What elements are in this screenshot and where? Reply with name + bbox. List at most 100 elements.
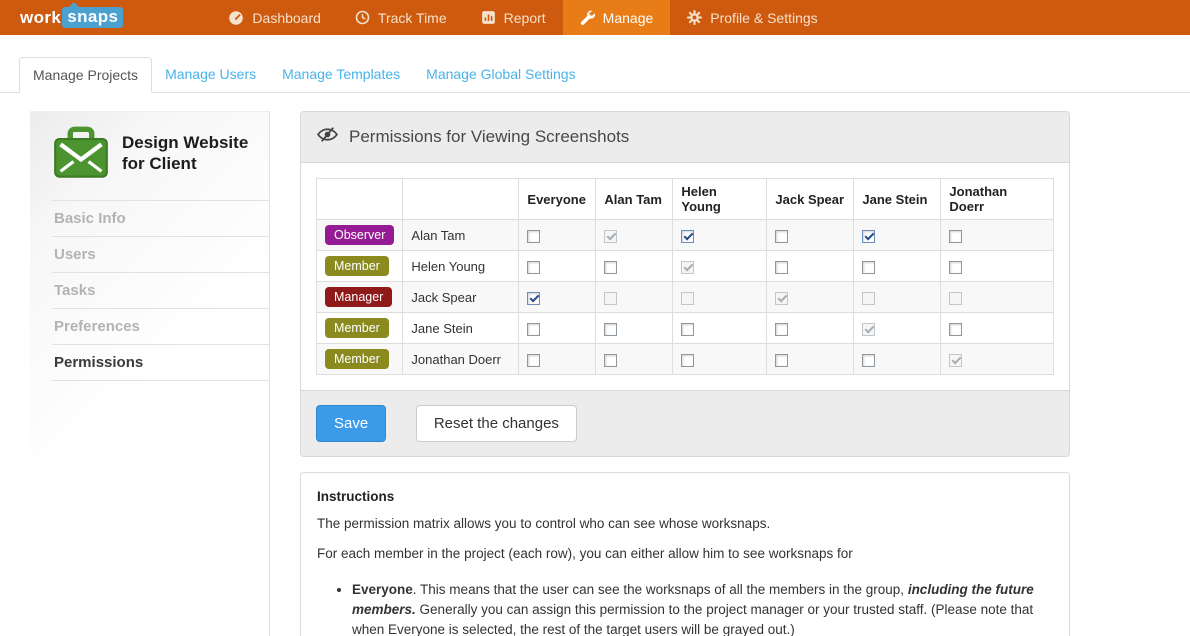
clock-icon bbox=[355, 10, 370, 25]
main-nav: Dashboard Track Time ReportManageProfile &… bbox=[211, 0, 834, 35]
tab-manage-users[interactable]: Manage Users bbox=[152, 57, 269, 93]
matrix-cell bbox=[673, 282, 767, 313]
column-header-empty bbox=[403, 179, 519, 220]
matrix-cell bbox=[673, 344, 767, 375]
nav-item-track-time[interactable]: Track Time bbox=[338, 0, 464, 35]
permission-checkbox-helen-young-jonathan-doerr[interactable] bbox=[949, 261, 962, 274]
matrix-cell bbox=[673, 251, 767, 282]
role-badge: Member bbox=[325, 256, 389, 276]
permission-checkbox-helen-young-jack-spear[interactable] bbox=[775, 261, 788, 274]
instructions-panel: Instructions The permission matrix allow… bbox=[300, 472, 1070, 636]
column-header-empty bbox=[317, 179, 403, 220]
logo-text-snaps: snaps bbox=[62, 7, 123, 28]
permission-checkbox-jonathan-doerr-jack-spear[interactable] bbox=[775, 354, 788, 367]
matrix-cell bbox=[519, 251, 596, 282]
column-header-helen-young: Helen Young bbox=[673, 179, 767, 220]
matrix-cell bbox=[767, 251, 854, 282]
nav-item-manage[interactable]: Manage bbox=[563, 0, 671, 35]
matrix-cell bbox=[854, 282, 941, 313]
matrix-cell bbox=[519, 282, 596, 313]
permission-checkbox-jane-stein-everyone[interactable] bbox=[527, 323, 540, 336]
matrix-cell bbox=[767, 220, 854, 251]
permissions-matrix: EveryoneAlan TamHelen YoungJack SpearJan… bbox=[316, 178, 1054, 375]
tab-manage-templates[interactable]: Manage Templates bbox=[269, 57, 413, 93]
permission-checkbox-jack-spear-helen-young bbox=[681, 292, 694, 305]
matrix-row-helen-young: MemberHelen Young bbox=[317, 251, 1054, 282]
matrix-cell bbox=[767, 313, 854, 344]
nav-item-label: Dashboard bbox=[252, 10, 321, 26]
role-badge: Member bbox=[325, 318, 389, 338]
content-area: Design Website for Client Basic InfoUser… bbox=[0, 93, 1190, 616]
sidebar-item-users[interactable]: Users bbox=[52, 236, 269, 272]
role-cell: Member bbox=[317, 344, 403, 375]
role-badge: Observer bbox=[325, 225, 394, 245]
matrix-cell bbox=[596, 344, 673, 375]
worksnaps-logo[interactable]: work snaps bbox=[20, 0, 123, 35]
instructions-bullet: Everyone. This means that the user can s… bbox=[352, 580, 1053, 636]
permission-checkbox-jack-spear-jonathan-doerr bbox=[949, 292, 962, 305]
sidebar-item-basic-info[interactable]: Basic Info bbox=[52, 200, 269, 236]
sidebar-item-preferences[interactable]: Preferences bbox=[52, 308, 269, 344]
permission-checkbox-alan-tam-alan-tam bbox=[604, 230, 617, 243]
instructions-paragraph: For each member in the project (each row… bbox=[317, 544, 1053, 564]
instructions-text-segment: Everyone bbox=[352, 582, 413, 597]
project-sidebar: Design Website for Client Basic InfoUser… bbox=[30, 111, 270, 636]
permission-checkbox-helen-young-alan-tam[interactable] bbox=[604, 261, 617, 274]
panel-title: Permissions for Viewing Screenshots bbox=[349, 127, 629, 147]
permission-checkbox-jonathan-doerr-jane-stein[interactable] bbox=[862, 354, 875, 367]
permission-checkbox-jane-stein-jonathan-doerr[interactable] bbox=[949, 323, 962, 336]
eye-slash-icon bbox=[317, 126, 338, 148]
project-title: Design Website for Client bbox=[122, 126, 262, 175]
nav-item-label: Track Time bbox=[378, 10, 447, 26]
permission-checkbox-alan-tam-everyone[interactable] bbox=[527, 230, 540, 243]
permission-checkbox-alan-tam-jack-spear[interactable] bbox=[775, 230, 788, 243]
tab-manage-projects[interactable]: Manage Projects bbox=[19, 57, 152, 93]
permission-checkbox-jack-spear-alan-tam bbox=[604, 292, 617, 305]
permission-checkbox-jonathan-doerr-jonathan-doerr bbox=[949, 354, 962, 367]
permission-checkbox-jane-stein-alan-tam[interactable] bbox=[604, 323, 617, 336]
permission-checkbox-jonathan-doerr-helen-young[interactable] bbox=[681, 354, 694, 367]
role-badge: Manager bbox=[325, 287, 392, 307]
permission-checkbox-jack-spear-everyone[interactable] bbox=[527, 292, 540, 305]
permission-checkbox-jonathan-doerr-everyone[interactable] bbox=[527, 354, 540, 367]
permission-checkbox-alan-tam-helen-young[interactable] bbox=[681, 230, 694, 243]
reset-changes-button[interactable]: Reset the changes bbox=[416, 405, 577, 442]
tab-manage-global-settings[interactable]: Manage Global Settings bbox=[413, 57, 588, 93]
instructions-title: Instructions bbox=[317, 487, 1053, 507]
member-name: Jane Stein bbox=[403, 313, 519, 344]
permission-checkbox-alan-tam-jane-stein[interactable] bbox=[862, 230, 875, 243]
permission-checkbox-helen-young-jane-stein[interactable] bbox=[862, 261, 875, 274]
nav-item-report[interactable]: Report bbox=[464, 0, 563, 35]
role-cell: Member bbox=[317, 313, 403, 344]
matrix-cell bbox=[673, 313, 767, 344]
column-header-everyone: Everyone bbox=[519, 179, 596, 220]
role-badge: Member bbox=[325, 349, 389, 369]
role-cell: Member bbox=[317, 251, 403, 282]
permission-checkbox-jane-stein-jack-spear[interactable] bbox=[775, 323, 788, 336]
member-name: Alan Tam bbox=[403, 220, 519, 251]
role-cell: Observer bbox=[317, 220, 403, 251]
briefcase-icon bbox=[52, 126, 110, 180]
permission-checkbox-jane-stein-helen-young[interactable] bbox=[681, 323, 694, 336]
permission-checkbox-jonathan-doerr-alan-tam[interactable] bbox=[604, 354, 617, 367]
matrix-cell bbox=[596, 220, 673, 251]
matrix-cell bbox=[519, 344, 596, 375]
nav-item-profile-settings[interactable]: Profile & Settings bbox=[670, 0, 834, 35]
sidebar-item-permissions[interactable]: Permissions bbox=[52, 344, 269, 381]
sidebar-item-tasks[interactable]: Tasks bbox=[52, 272, 269, 308]
instructions-paragraphs: The permission matrix allows you to cont… bbox=[317, 514, 1053, 564]
matrix-cell bbox=[519, 220, 596, 251]
save-button[interactable]: Save bbox=[316, 405, 386, 442]
instructions-paragraph: The permission matrix allows you to cont… bbox=[317, 514, 1053, 534]
dashboard-icon bbox=[228, 10, 244, 26]
role-cell: Manager bbox=[317, 282, 403, 313]
permission-checkbox-helen-young-everyone[interactable] bbox=[527, 261, 540, 274]
panel-header: Permissions for Viewing Screenshots bbox=[301, 112, 1069, 163]
instructions-bullets: Everyone. This means that the user can s… bbox=[337, 580, 1053, 636]
matrix-cell bbox=[767, 344, 854, 375]
nav-item-dashboard[interactable]: Dashboard bbox=[211, 0, 338, 35]
matrix-cell bbox=[596, 282, 673, 313]
matrix-row-jonathan-doerr: MemberJonathan Doerr bbox=[317, 344, 1054, 375]
project-header: Design Website for Client bbox=[52, 124, 269, 200]
permission-checkbox-alan-tam-jonathan-doerr[interactable] bbox=[949, 230, 962, 243]
